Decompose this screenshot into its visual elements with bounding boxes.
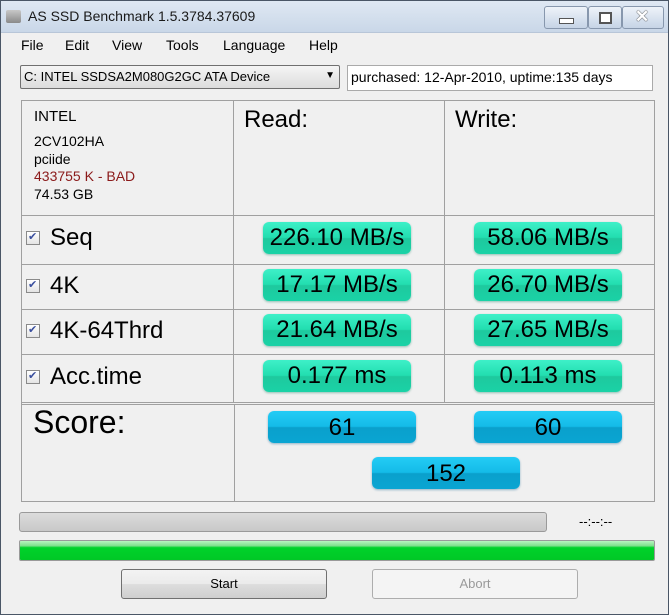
- seq-write-value: 58.06 MB/s: [474, 222, 622, 254]
- seq-read-value: 226.10 MB/s: [263, 222, 411, 254]
- score-total: 152: [372, 457, 520, 489]
- menu-bar: File Edit View Tools Language Help: [1, 33, 668, 57]
- overall-progress-fill: [20, 541, 654, 560]
- menu-view[interactable]: View: [112, 37, 142, 53]
- chevron-down-icon: ▼: [325, 70, 335, 81]
- start-button[interactable]: Start: [121, 569, 327, 599]
- seq-label: Seq: [50, 224, 93, 251]
- acc-time-label: Acc.time: [50, 363, 143, 390]
- 4k-64thrd-write-value: 27.65 MB/s: [474, 314, 622, 346]
- score-write: 60: [474, 411, 622, 443]
- device-driver: pciide: [34, 151, 71, 167]
- maximize-button[interactable]: [588, 6, 622, 29]
- acc-time-read-value: 0.177 ms: [263, 360, 411, 392]
- divider: [22, 264, 654, 265]
- menu-edit[interactable]: Edit: [65, 37, 89, 53]
- divider: [444, 101, 445, 403]
- divider: [234, 404, 235, 501]
- close-icon: ✕: [635, 7, 650, 26]
- title-bar[interactable]: AS SSD Benchmark 1.5.3784.37609 ✕: [1, 1, 668, 33]
- menu-tools[interactable]: Tools: [166, 37, 199, 53]
- app-window: AS SSD Benchmark 1.5.3784.37609 ✕ File E…: [0, 0, 669, 615]
- menu-language[interactable]: Language: [223, 37, 285, 53]
- seq-checkbox[interactable]: [26, 230, 40, 245]
- menu-file[interactable]: File: [21, 37, 44, 53]
- score-read: 61: [268, 411, 416, 443]
- write-column-header: Write:: [455, 106, 518, 133]
- 4k-64thrd-checkbox[interactable]: [26, 323, 40, 338]
- 4k-write-value: 26.70 MB/s: [474, 269, 622, 301]
- device-capacity: 74.53 GB: [34, 186, 94, 202]
- ssd-drive-icon: [6, 10, 21, 23]
- divider: [22, 354, 654, 355]
- 4k-label: 4K: [50, 272, 80, 299]
- divider: [22, 402, 654, 403]
- 4k-64thrd-read-value: 21.64 MB/s: [263, 314, 411, 346]
- score-label: Score:: [33, 404, 126, 440]
- drive-info-field[interactable]: purchased: 12-Apr-2010, uptime:135 days: [347, 65, 653, 91]
- window-title: AS SSD Benchmark 1.5.3784.37609: [28, 8, 256, 24]
- drive-select-value: C: INTEL SSDSA2M080G2GC ATA Device: [24, 69, 271, 84]
- 4k-checkbox[interactable]: [26, 278, 40, 293]
- drive-info-text: purchased: 12-Apr-2010, uptime:135 days: [351, 69, 613, 85]
- menu-help[interactable]: Help: [309, 37, 338, 53]
- elapsed-timer: --:--:--: [579, 514, 613, 529]
- minimize-button[interactable]: [544, 6, 588, 29]
- abort-button[interactable]: Abort: [372, 569, 578, 599]
- device-firmware: 2CV102HA: [34, 133, 105, 149]
- acc-time-checkbox[interactable]: [26, 369, 40, 384]
- divider: [22, 309, 654, 310]
- acc-time-write-value: 0.113 ms: [474, 360, 622, 392]
- divider: [233, 101, 234, 403]
- minimize-icon: [559, 18, 574, 24]
- divider: [22, 215, 654, 216]
- overall-progress-bar: [19, 540, 655, 561]
- 4k-read-value: 17.17 MB/s: [263, 269, 411, 301]
- results-grid: INTEL 2CV102HA pciide 433755 K - BAD 74.…: [21, 100, 655, 502]
- device-vendor: INTEL: [34, 108, 77, 125]
- close-button[interactable]: ✕: [622, 6, 664, 29]
- test-progress-bar: [19, 512, 547, 532]
- maximize-icon: [599, 12, 612, 24]
- read-column-header: Read:: [244, 106, 309, 133]
- drive-select[interactable]: C: INTEL SSDSA2M080G2GC ATA Device ▼: [20, 65, 340, 89]
- device-alignment: 433755 K - BAD: [34, 168, 136, 184]
- 4k-64thrd-label: 4K-64Thrd: [50, 317, 164, 344]
